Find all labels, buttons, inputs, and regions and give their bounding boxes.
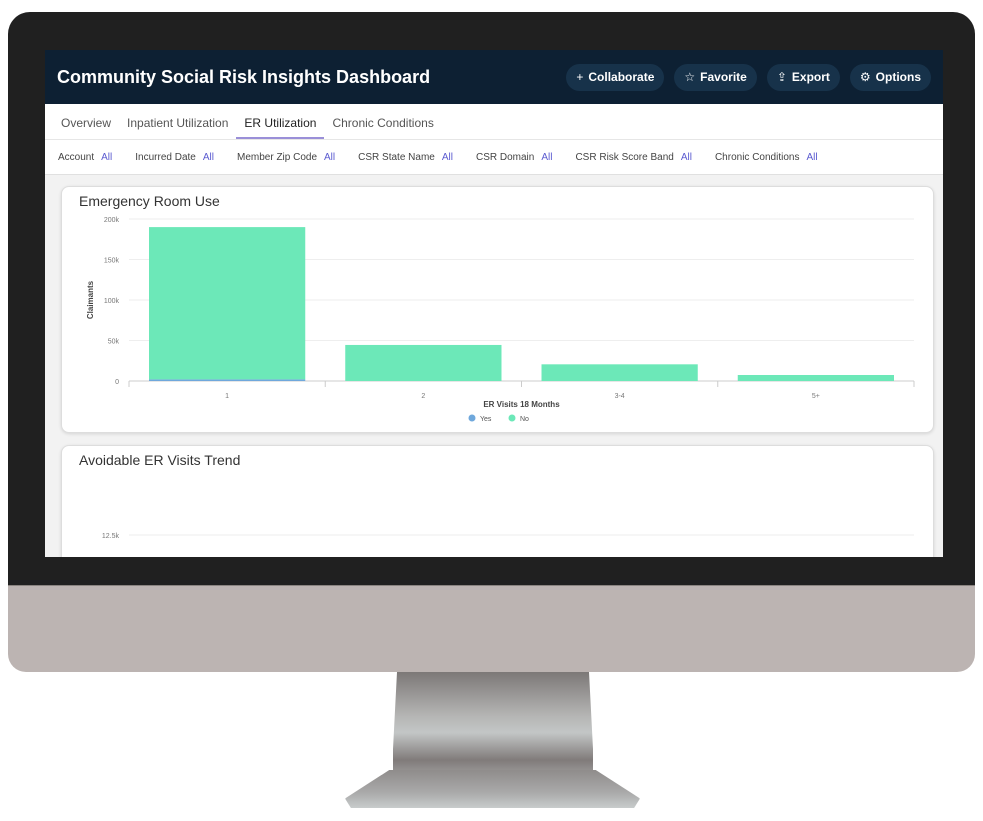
- filter-value[interactable]: All: [203, 152, 214, 163]
- filter-account[interactable]: Account All: [58, 152, 112, 163]
- gear-icon: ⚙: [859, 70, 871, 84]
- filter-value[interactable]: All: [101, 152, 112, 163]
- screen: Community Social Risk Insights Dashboard…: [45, 50, 943, 557]
- bar-no: [345, 344, 502, 381]
- filter-bar: Account All Incurred Date All Member Zip Cod…: [45, 140, 943, 175]
- filter-csr-state-name[interactable]: CSR State Name All: [358, 152, 453, 163]
- filter-value[interactable]: All: [324, 152, 335, 163]
- bar-no: [149, 227, 306, 380]
- tab-chronic-conditions[interactable]: Chronic Conditions: [324, 116, 441, 139]
- filter-chronic-conditions[interactable]: Chronic Conditions All: [715, 152, 818, 163]
- legend-marker: [508, 414, 516, 422]
- favorite-button[interactable]: ☆ Favorite: [674, 63, 757, 91]
- filter-label: Account: [58, 151, 95, 163]
- x-tick-label: 1: [225, 393, 229, 400]
- filter-label: Incurred Date: [135, 151, 196, 163]
- filter-label: Member Zip Code: [236, 151, 318, 163]
- bar-no: [541, 364, 698, 381]
- filter-value[interactable]: All: [806, 152, 817, 163]
- y-tick-label: 100k: [104, 298, 120, 305]
- header: Community Social Risk Insights Dashboard…: [45, 50, 943, 104]
- bar-no: [737, 375, 894, 381]
- legend-label: Yes: [480, 416, 492, 423]
- tab-bar: Overview Inpatient Utilization ER Utiliz…: [45, 104, 943, 140]
- filter-value[interactable]: All: [681, 152, 692, 163]
- filter-label: CSR Risk Score Band: [575, 151, 674, 163]
- filter-value[interactable]: All: [541, 152, 552, 163]
- tab-er-utilization[interactable]: ER Utilization: [236, 116, 325, 139]
- collaborate-label: Collaborate: [588, 70, 655, 84]
- filter-csr-risk-score-band[interactable]: CSR Risk Score Band All: [575, 152, 692, 163]
- emergency-room-use-card: Emergency Room Use 0 50k 100k 150k 200k 1 2 3-4…: [61, 186, 934, 433]
- tab-overview[interactable]: Overview: [53, 116, 119, 139]
- y-tick-label: 150k: [104, 258, 120, 265]
- monitor-stand: [393, 672, 593, 782]
- x-tick-label: 2: [421, 393, 425, 400]
- options-label: Options: [875, 70, 921, 84]
- options-button[interactable]: ⚙ Options: [849, 63, 931, 91]
- x-tick-label: 3-4: [615, 393, 625, 400]
- filter-csr-domain[interactable]: CSR Domain All: [476, 152, 552, 163]
- collaborate-button[interactable]: + Collaborate: [566, 63, 665, 91]
- y-tick-label: 0: [115, 379, 119, 386]
- filter-label: CSR State Name: [358, 151, 435, 163]
- y-tick-label: 12.5k: [102, 533, 120, 540]
- filter-label: Chronic Conditions: [714, 151, 800, 163]
- favorite-label: Favorite: [700, 70, 747, 84]
- chart-title: Emergency Room Use: [79, 193, 220, 209]
- avoidable-er-visits-card: Avoidable ER Visits Trend 10k12.5k: [61, 445, 934, 557]
- bar-yes: [149, 379, 306, 381]
- y-tick-label: 200k: [104, 217, 120, 224]
- legend-label: No: [520, 416, 529, 423]
- filter-label: CSR Domain: [475, 151, 535, 163]
- filter-incurred-date[interactable]: Incurred Date All: [135, 152, 214, 163]
- export-button[interactable]: ⇪ Export: [766, 63, 840, 91]
- legend-marker: [468, 414, 476, 422]
- filter-member-zip-code[interactable]: Member Zip Code All: [237, 152, 335, 163]
- star-icon: ☆: [684, 70, 696, 84]
- x-tick-label: 5+: [812, 393, 820, 400]
- plus-icon: +: [576, 70, 584, 84]
- monitor-base: [345, 770, 640, 808]
- chart-title: Avoidable ER Visits Trend: [79, 452, 241, 468]
- upload-icon: ⇪: [776, 70, 787, 84]
- export-label: Export: [791, 70, 830, 84]
- monitor-chin: [8, 585, 975, 672]
- y-axis-title: Claimants: [86, 280, 95, 319]
- page-title: Community Social Risk Insights Dashboard: [57, 66, 431, 87]
- bar-chart: 0 50k 100k 150k 200k 1 2 3-4 5+ ER Visits 18 Mont…: [86, 217, 915, 423]
- y-tick-label: 50k: [108, 339, 120, 346]
- filter-value[interactable]: All: [442, 152, 453, 163]
- tab-inpatient-utilization[interactable]: Inpatient Utilization: [119, 116, 236, 139]
- x-axis-title: ER Visits 18 Months: [483, 400, 560, 409]
